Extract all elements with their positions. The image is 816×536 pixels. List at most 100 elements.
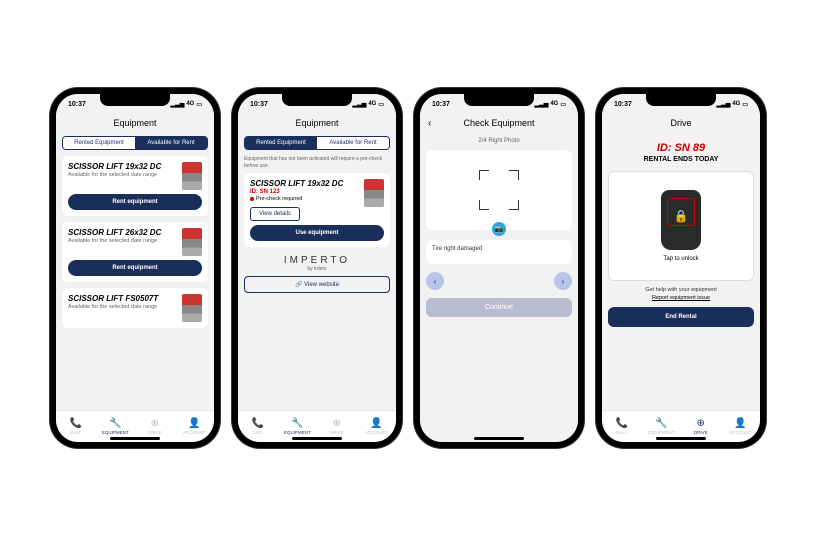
equipment-name: SCISSOR LIFT FS0507T <box>68 294 178 303</box>
step-indicator: 2/4 Right Photo <box>426 138 572 144</box>
wrench-icon: 🔧 <box>291 418 303 429</box>
wheel-icon: ⊕ <box>697 418 705 429</box>
nav-call[interactable]: 📞CALL <box>238 411 278 442</box>
report-issue-link[interactable]: Report equipment issue <box>608 295 754 301</box>
time: 10:37 <box>68 101 86 108</box>
back-button[interactable]: ‹ <box>428 118 431 129</box>
page-title: Drive <box>602 114 760 132</box>
view-website-button[interactable]: 🔗 View website <box>244 276 390 293</box>
home-indicator[interactable] <box>656 437 706 440</box>
equipment-name: SCISSOR LIFT 19x32 DC <box>250 179 360 188</box>
precheck-notice: Equipment that has not been activated wi… <box>244 156 390 169</box>
phone-icon: 📞 <box>252 418 264 429</box>
tab-available[interactable]: Available for Rent <box>135 137 207 149</box>
next-button[interactable]: › <box>554 272 572 290</box>
person-icon: 👤 <box>188 418 200 429</box>
home-indicator[interactable] <box>474 437 524 440</box>
person-icon: 👤 <box>734 418 746 429</box>
prev-button[interactable]: ‹ <box>426 272 444 290</box>
equipment-tabs: Rented Equipment Available for Rent <box>62 136 208 150</box>
availability: Available for the selected date range <box>68 304 178 310</box>
time: 10:37 <box>614 101 632 108</box>
tab-rented[interactable]: Rented Equipment <box>63 137 135 149</box>
content: ID: SN 89 RENTAL ENDS TODAY 🔒 Tap to unl… <box>602 132 760 410</box>
equipment-id: ID: SN 89 <box>608 142 754 154</box>
status-icons: ▂▃▅ 4G ▭ <box>716 101 748 108</box>
signal-icon: ▂▃▅ <box>716 101 730 108</box>
nav-call[interactable]: 📞CALL <box>56 411 96 442</box>
notch <box>646 94 716 106</box>
content: Rented Equipment Available for Rent Equi… <box>238 132 396 410</box>
step-arrows: ‹ › <box>426 272 572 290</box>
precheck-status: Pre-check required <box>250 196 360 202</box>
use-equipment-button[interactable]: Use equipment <box>250 225 384 241</box>
network-icon: 4G <box>550 101 558 107</box>
equipment-card: SCISSOR LIFT 19x32 DC ID: SN 123 Pre-che… <box>244 173 390 247</box>
wheel-icon: ⊕ <box>151 418 159 429</box>
network-icon: 4G <box>186 101 194 107</box>
screen: 10:37 ▂▃▅ 4G ▭ ‹ Check Equipment 2/4 Rig… <box>420 94 578 442</box>
battery-icon: ▭ <box>742 101 748 108</box>
wheel-icon: ⊕ <box>333 418 341 429</box>
phone-4: 10:37 ▂▃▅ 4G ▭ Drive ID: SN 89 RENTAL EN… <box>596 88 766 448</box>
phone-icon: 📞 <box>616 418 628 429</box>
scissor-lift-icon <box>182 162 202 190</box>
help-text: Get help with your equipment <box>608 287 754 293</box>
screen: 10:37 ▂▃▅ 4G ▭ Equipment Rented Equipmen… <box>238 94 396 442</box>
imperto-subtitle: by irdeto <box>244 266 390 272</box>
equipment-card: SCISSOR LIFT 26x32 DC Available for the … <box>62 222 208 282</box>
red-dot-icon <box>250 197 254 201</box>
equipment-name: SCISSOR LIFT 19x32 DC <box>68 162 178 171</box>
scissor-lift-icon <box>182 228 202 256</box>
rent-button[interactable]: Rent equipment <box>68 260 202 276</box>
viewfinder-icon <box>479 170 519 210</box>
home-indicator[interactable] <box>292 437 342 440</box>
time: 10:37 <box>432 101 450 108</box>
tab-available[interactable]: Available for Rent <box>317 137 389 149</box>
scissor-lift-icon <box>364 179 384 207</box>
signal-icon: ▂▃▅ <box>170 101 184 108</box>
nav-call[interactable]: 📞CALL <box>602 411 642 442</box>
view-details-button[interactable]: View details <box>250 207 300 221</box>
signal-icon: ▂▃▅ <box>534 101 548 108</box>
content: Rented Equipment Available for Rent SCIS… <box>56 132 214 410</box>
time: 10:37 <box>250 101 268 108</box>
continue-button[interactable]: Continue <box>426 298 572 317</box>
damage-note-input[interactable]: Tire right damaged <box>426 240 572 264</box>
key-fob-button[interactable]: 🔒 <box>661 190 701 250</box>
rental-status: RENTAL ENDS TODAY <box>608 156 754 163</box>
equipment-id: ID: SN 123 <box>250 189 360 195</box>
notch <box>100 94 170 106</box>
equipment-tabs: Rented Equipment Available for Rent <box>244 136 390 150</box>
status-icons: ▂▃▅ 4G ▭ <box>352 101 384 108</box>
unlock-panel: 🔒 Tap to unlock <box>608 171 754 281</box>
photo-capture-frame[interactable]: 📷 <box>426 150 572 230</box>
phone-1: 10:37 ▂▃▅ 4G ▭ Equipment Rented Equipmen… <box>50 88 220 448</box>
equipment-name: SCISSOR LIFT 26x32 DC <box>68 228 178 237</box>
camera-shutter-button[interactable]: 📷 <box>492 222 506 236</box>
tab-rented[interactable]: Rented Equipment <box>245 137 317 149</box>
equipment-card: SCISSOR LIFT FS0507T Available for the s… <box>62 288 208 328</box>
nav-account[interactable]: 👤ACCOUNT <box>721 411 761 442</box>
network-icon: 4G <box>368 101 376 107</box>
scissor-lift-icon <box>182 294 202 322</box>
availability: Available for the selected date range <box>68 172 178 178</box>
nav-account[interactable]: 👤ACCOUNT <box>175 411 215 442</box>
page-title: ‹ Check Equipment <box>420 114 578 132</box>
page-title: Equipment <box>238 114 396 132</box>
network-icon: 4G <box>732 101 740 107</box>
phone-3: 10:37 ▂▃▅ 4G ▭ ‹ Check Equipment 2/4 Rig… <box>414 88 584 448</box>
page-title: Equipment <box>56 114 214 132</box>
phone-icon: 📞 <box>70 418 82 429</box>
status-icons: ▂▃▅ 4G ▭ <box>534 101 566 108</box>
lock-icon: 🔒 <box>674 209 689 223</box>
home-indicator[interactable] <box>110 437 160 440</box>
notch <box>282 94 352 106</box>
nav-account[interactable]: 👤ACCOUNT <box>357 411 397 442</box>
tap-to-unlock-label: Tap to unlock <box>663 256 698 262</box>
person-icon: 👤 <box>370 418 382 429</box>
battery-icon: ▭ <box>196 101 202 108</box>
end-rental-button[interactable]: End Rental <box>608 307 754 327</box>
rent-button[interactable]: Rent equipment <box>68 194 202 210</box>
phone-2: 10:37 ▂▃▅ 4G ▭ Equipment Rented Equipmen… <box>232 88 402 448</box>
